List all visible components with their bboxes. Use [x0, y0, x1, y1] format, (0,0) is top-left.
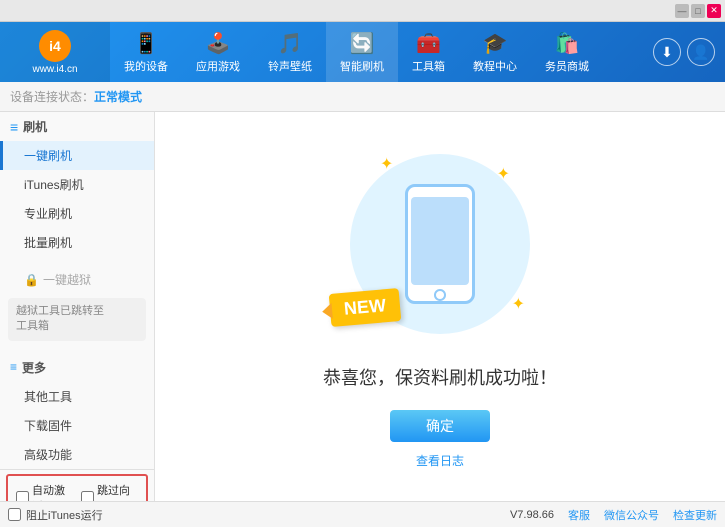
nav-smart-flash-label: 智能刷机	[340, 58, 384, 74]
merchant-icon: 🛍️	[555, 31, 580, 56]
phone-home-button	[434, 289, 446, 301]
nav-toolbox-label: 工具箱	[412, 58, 445, 74]
nav-tutorials[interactable]: 🎓 教程中心	[459, 22, 531, 82]
content-area: NEW ✦ ✦ ✦ 恭喜您，保资料刷机成功啦！ 确定 查看日志	[155, 112, 725, 501]
sidebar-more-header: ≡ 更多	[0, 353, 154, 382]
phone-illustration: NEW ✦ ✦ ✦	[340, 144, 540, 344]
nav-tutorials-label: 教程中心	[473, 58, 517, 74]
block-itunes-checkbox[interactable]	[8, 508, 21, 521]
sidebar-item-pro-flash[interactable]: 专业刷机	[0, 199, 154, 228]
nav-smart-flash[interactable]: 🔄 智能刷机	[326, 22, 398, 82]
success-text: 恭喜您，保资料刷机成功啦！	[323, 364, 557, 390]
user-button[interactable]: 👤	[687, 38, 715, 66]
nav-my-device[interactable]: 📱 我的设备	[110, 22, 182, 82]
skip-guide-checkbox-label[interactable]: 跳过向导	[81, 482, 138, 501]
logo-subtitle: www.i4.cn	[32, 64, 77, 75]
block-itunes-label: 阻止iTunes运行	[26, 507, 103, 523]
sidebar-flash-label: 刷机	[23, 118, 47, 135]
sidebar-flash-header: ≡ 刷机	[0, 112, 154, 141]
sparkle-2: ✦	[380, 154, 393, 174]
skip-guide-checkbox[interactable]	[81, 491, 94, 501]
nav-ringtones-label: 铃声壁纸	[268, 58, 312, 74]
nav-apps-games-label: 应用游戏	[196, 58, 240, 74]
sparkle-1: ✦	[497, 164, 510, 184]
main-layout: ≡ 刷机 一键刷机 iTunes刷机 专业刷机 批量刷机 🔒 一键越狱 越狱工具…	[0, 112, 725, 501]
nav-my-device-label: 我的设备	[124, 58, 168, 74]
auto-activate-checkbox[interactable]	[16, 491, 29, 501]
status-bar: 设备连接状态： 正常模式	[0, 82, 725, 112]
toolbox-icon: 🧰	[416, 31, 441, 56]
phone-screen	[411, 197, 469, 285]
check-update-link[interactable]: 检查更新	[673, 507, 717, 523]
confirm-button[interactable]: 确定	[390, 410, 490, 442]
logo: i4 www.i4.cn	[0, 22, 110, 82]
titlebar: — □ ✕	[0, 0, 725, 22]
maximize-button[interactable]: □	[691, 4, 705, 18]
nav-toolbox[interactable]: 🧰 工具箱	[398, 22, 459, 82]
download-button[interactable]: ⬇	[653, 38, 681, 66]
customer-service-link[interactable]: 客服	[568, 507, 590, 523]
sidebar-item-jailbreak: 🔒 一键越狱	[0, 265, 154, 294]
minimize-button[interactable]: —	[675, 4, 689, 18]
new-badge: NEW	[329, 288, 402, 327]
apps-games-icon: 🕹️	[206, 31, 231, 56]
wechat-link[interactable]: 微信公众号	[604, 507, 659, 523]
nav-right: ⬇ 👤	[653, 38, 725, 66]
sidebar-more-label: 更多	[22, 359, 46, 376]
nav-ringtones[interactable]: 🎵 铃声壁纸	[254, 22, 326, 82]
sidebar-bottom: 自动激活 跳过向导 📱 iPhone 15 Pro Max 512GB iPho…	[0, 469, 154, 501]
sidebar-item-download-firmware[interactable]: 下载固件	[0, 411, 154, 440]
auto-activate-checkbox-label[interactable]: 自动激活	[16, 482, 73, 501]
close-button[interactable]: ✕	[707, 4, 721, 18]
smart-flash-icon: 🔄	[350, 31, 375, 56]
sidebar: ≡ 刷机 一键刷机 iTunes刷机 专业刷机 批量刷机 🔒 一键越狱 越狱工具…	[0, 112, 155, 501]
status-label: 设备连接状态：	[10, 88, 94, 105]
itunes-bar: 阻止iTunes运行 V7.98.66 客服 微信公众号 检查更新	[0, 501, 725, 527]
flash-section-icon: ≡	[10, 119, 18, 135]
nav-merchant[interactable]: 🛍️ 务员商城	[531, 22, 603, 82]
logo-icon: i4	[39, 30, 71, 62]
nav-items: 📱 我的设备 🕹️ 应用游戏 🎵 铃声壁纸 🔄 智能刷机 🧰 工具箱 🎓 教程中…	[110, 22, 653, 82]
sidebar-item-other-tools[interactable]: 其他工具	[0, 382, 154, 411]
sidebar-item-itunes-flash[interactable]: iTunes刷机	[0, 170, 154, 199]
version-text: V7.98.66	[510, 509, 554, 521]
phone-body	[405, 184, 475, 304]
sidebar-item-advanced[interactable]: 高级功能	[0, 440, 154, 469]
sidebar-item-batch-flash[interactable]: 批量刷机	[0, 228, 154, 257]
my-device-icon: 📱	[134, 31, 159, 56]
sidebar-item-one-key-flash[interactable]: 一键刷机	[0, 141, 154, 170]
ringtones-icon: 🎵	[278, 31, 303, 56]
header: i4 www.i4.cn 📱 我的设备 🕹️ 应用游戏 🎵 铃声壁纸 🔄 智能刷…	[0, 22, 725, 82]
nav-apps-games[interactable]: 🕹️ 应用游戏	[182, 22, 254, 82]
status-value: 正常模式	[94, 88, 142, 105]
tutorials-icon: 🎓	[483, 31, 508, 56]
view-log-link[interactable]: 查看日志	[416, 452, 464, 469]
sidebar-checkbox-row: 自动激活 跳过向导	[6, 474, 148, 501]
nav-merchant-label: 务员商城	[545, 58, 589, 74]
sidebar-jailbreak-note: 越狱工具已跳转至 工具箱	[8, 298, 146, 341]
sparkle-3: ✦	[512, 294, 525, 314]
more-section-icon: ≡	[10, 360, 17, 374]
